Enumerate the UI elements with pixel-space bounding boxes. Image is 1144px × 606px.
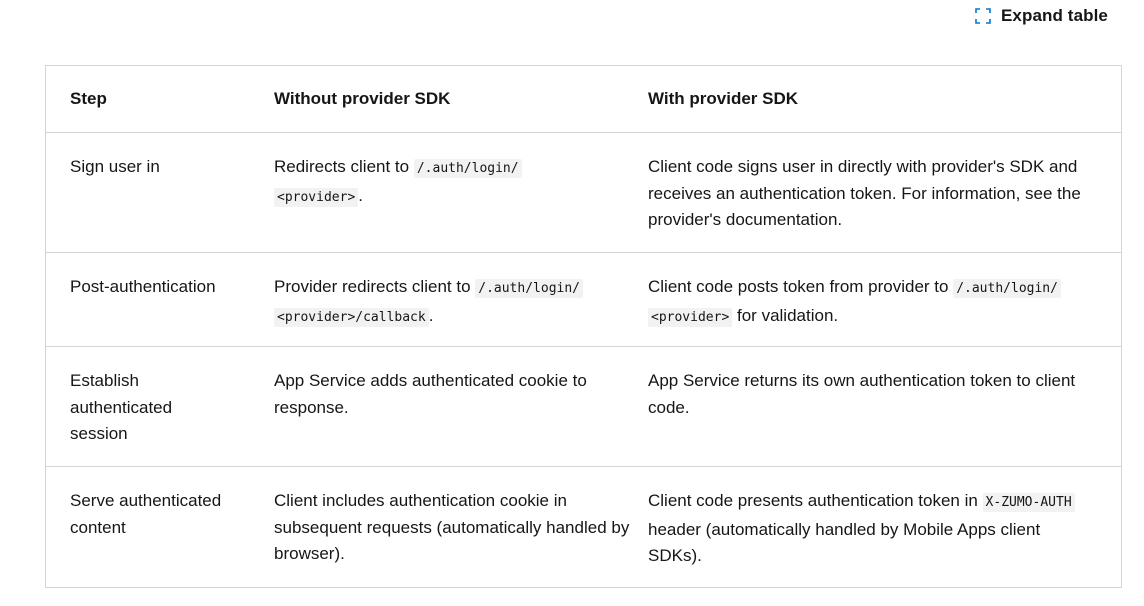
expand-table-label: Expand table [1000,6,1108,25]
column-header-step: Step [46,66,274,133]
expand-table-button[interactable]: Expand table [975,6,1108,26]
with-sdk-cell: Client code posts token from provider to… [648,252,1121,347]
step-cell: Post-authentication [46,252,274,347]
with-sdk-text: Client code posts token from provider to… [648,274,1097,331]
column-header-with-sdk: With provider SDK [648,66,1121,133]
code-snippet: <provider>/callback [274,307,429,327]
step-label: Serve authenticated content [70,491,222,537]
without-sdk-text: App Service adds authenticated cookie to… [274,371,587,417]
with-sdk-text: App Service returns its own authenticati… [648,371,1076,417]
without-sdk-cell: Client includes authentication cookie in… [274,467,648,587]
cell-text: header (automatically handled by Mobile … [648,519,1041,566]
step-cell: Serve authenticated content [46,467,274,587]
auth-flow-table: Step Without provider SDK With provider … [45,65,1122,588]
without-sdk-cell: Provider redirects client to /.auth/logi… [274,252,648,347]
code-snippet: <provider> [274,187,359,207]
code-snippet: <provider> [648,307,733,327]
with-sdk-text: Client code signs user in directly with … [648,157,1081,229]
cell-text: Provider redirects client to [274,277,476,296]
with-sdk-cell: Client code signs user in directly with … [648,132,1121,253]
step-label: Post-authentication [70,277,216,296]
with-sdk-cell: App Service returns its own authenticati… [648,346,1121,467]
cell-text: . [428,305,434,325]
table-header-row: Step Without provider SDK With provider … [46,66,1121,133]
with-sdk-cell: Client code presents authentication toke… [648,467,1121,587]
table-row: Sign user in Redirects client to /.auth/… [46,132,1121,253]
page: Expand table Step Without provider SDK W… [0,0,1144,606]
cell-text: Client code posts token from provider to [648,277,954,296]
step-label: Sign user in [70,157,160,176]
code-snippet: /.auth/login/ [953,279,1061,298]
without-sdk-text: Redirects client to /.auth/login/ <provid… [274,154,648,211]
table-row: Post-authentication Provider redirects c… [46,252,1121,347]
cell-text: for validation. [732,305,839,325]
with-sdk-text: Client code presents authentication toke… [648,488,1097,570]
step-label: Establish authenticated session [70,371,173,443]
table-row: Establish authenticated session App Serv… [46,346,1121,467]
code-snippet: /.auth/login/ [413,159,522,178]
without-sdk-text: Client includes authentication cookie in… [274,491,630,563]
table-row: Serve authenticated content Client inclu… [46,467,1121,587]
cell-text: Redirects client to [274,157,414,176]
step-cell: Sign user in [46,132,274,253]
without-sdk-text: Provider redirects client to /.auth/logi… [274,274,648,331]
without-sdk-cell: Redirects client to /.auth/login/ <provid… [274,132,648,253]
expand-icon [975,8,991,24]
cell-text: Client code presents authentication toke… [648,491,983,510]
code-snippet: X-ZUMO-AUTH [982,493,1075,512]
column-header-without-sdk: Without provider SDK [274,66,648,133]
cell-text: . [358,185,364,205]
code-snippet: /.auth/login/ [475,279,583,298]
step-cell: Establish authenticated session [46,346,274,467]
without-sdk-cell: App Service adds authenticated cookie to… [274,346,648,467]
